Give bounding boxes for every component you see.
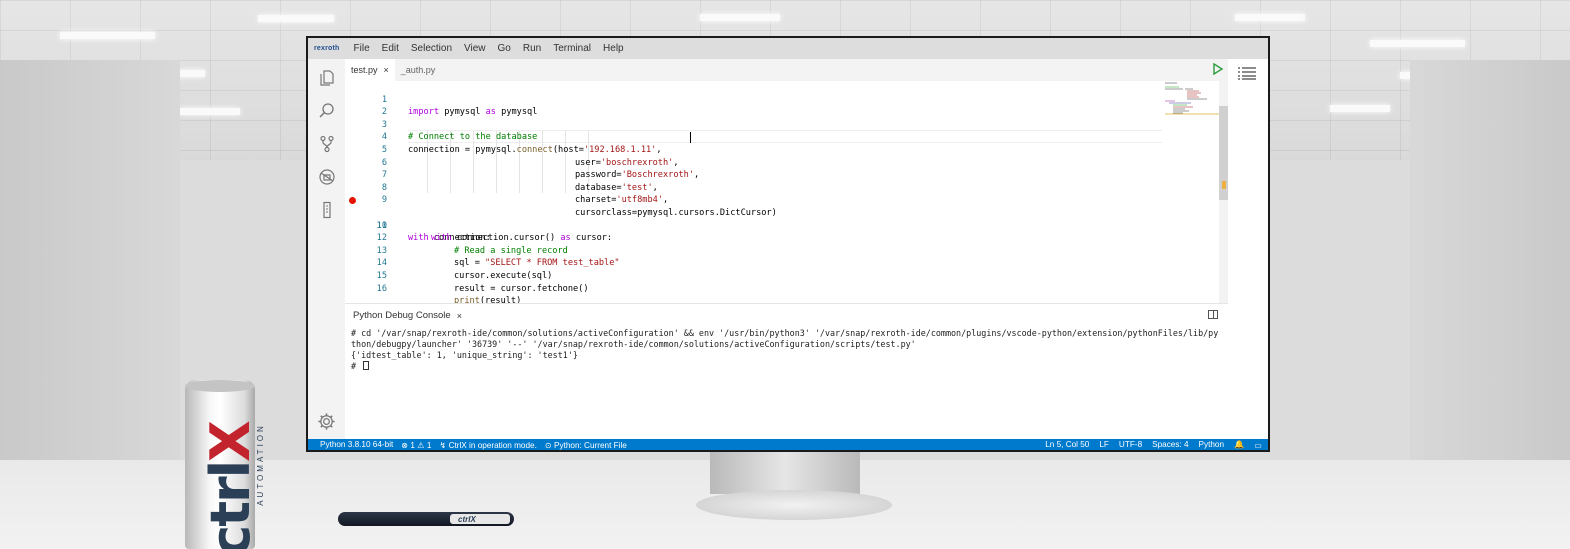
code-line: 9 cursorclass=pymysql.cursors.DictCursor… (345, 182, 1205, 218)
search-icon[interactable] (317, 101, 336, 120)
debug-configuration[interactable]: ⊙ Python: Current File (545, 440, 627, 450)
ceiling-light (258, 15, 334, 22)
code-line: 3 # Connect to the database (345, 106, 1205, 143)
close-icon[interactable]: × (457, 311, 462, 321)
menu-run[interactable]: Run (517, 43, 547, 54)
menu-view[interactable]: View (458, 43, 492, 54)
can-subtitle: AUTOMATION (255, 423, 265, 506)
code-line: 12 # Read a single record (345, 220, 1205, 256)
monitor-stand-base (696, 490, 892, 520)
code-line: 14 cursor.execute(sql) (345, 245, 1205, 281)
code-line: 6 password='Boschrexroth', (345, 144, 1205, 181)
code-line: 10 with connection: (345, 194, 1205, 243)
code-line: 7 database='test', (345, 157, 1205, 193)
end-of-line[interactable]: LF (1099, 440, 1109, 449)
menu-terminal[interactable]: Terminal (547, 43, 597, 54)
console-output[interactable]: # cd '/var/snap/rexroth-ide/common/solut… (351, 328, 1223, 372)
right-wall (1410, 60, 1570, 480)
editor-tab-bar: test.py × _auth.py (345, 59, 1228, 81)
ctrlx-can: ctrlX AUTOMATION (185, 380, 265, 549)
monitor: rexroth File Edit Selection View Go Run … (306, 36, 1270, 452)
code-line: 11 with connection.cursor() as cursor: (345, 207, 1205, 244)
close-icon[interactable]: × (384, 65, 389, 75)
cursor-position[interactable]: Ln 5, Col 50 (1045, 440, 1089, 449)
problems-indicator[interactable]: ⊗ 1 ⚠ 1 (401, 440, 431, 450)
code-line: 15 result = cursor.fetchone() (345, 257, 1205, 294)
menu-go[interactable]: Go (492, 43, 517, 54)
panel-title: Python Debug Console (353, 310, 451, 321)
bell-icon[interactable]: 🔔 (1234, 440, 1244, 450)
can-logo: ctrlX (198, 422, 262, 549)
ceiling-light (1235, 14, 1305, 21)
minimap[interactable] (1165, 81, 1225, 121)
extensions-icon[interactable] (317, 200, 336, 219)
line-number: 16 (376, 283, 387, 294)
brand-logo: rexroth (314, 45, 340, 52)
monitor-stand (710, 452, 860, 494)
code-line: 4 connection = pymysql.connect(host='192… (345, 119, 1205, 155)
code-line: 1 import pymysql as pymysql (345, 81, 1205, 118)
debug-icon[interactable] (317, 167, 336, 186)
run-icon[interactable] (1212, 62, 1224, 76)
debug-console-panel: Python Debug Console × # cd '/var/snap/r… (345, 303, 1228, 439)
source-control-icon[interactable] (317, 134, 336, 153)
pen-label: ctrlX (458, 515, 476, 524)
outline-icon[interactable] (1236, 65, 1258, 81)
file-encoding[interactable]: UTF-8 (1119, 440, 1142, 449)
code-line: 16 print(result) (345, 270, 1205, 307)
python-interpreter[interactable]: Python 3.8.10 64-bit (320, 440, 393, 449)
ctrlx-mode[interactable]: ↯ CtrlX in operation mode. (439, 440, 536, 450)
ceiling-light (60, 32, 155, 39)
code-line: 5 user='boschrexroth', (345, 131, 1205, 168)
panel-tab[interactable]: Python Debug Console × (353, 310, 462, 321)
explorer-icon[interactable] (317, 68, 336, 87)
menu-help[interactable]: Help (597, 43, 630, 54)
menu-file[interactable]: File (348, 43, 376, 54)
tab-label: _auth.py (400, 65, 436, 75)
code-line: 13 sql = "SELECT * FROM test_table" (345, 232, 1205, 269)
split-panel-icon[interactable] (1208, 310, 1218, 319)
tab-label: test.py (351, 65, 378, 75)
activity-bar (308, 59, 345, 439)
menu-edit[interactable]: Edit (376, 43, 405, 54)
terminal-cursor (363, 361, 370, 370)
ceiling-light (1330, 105, 1390, 112)
status-bar: Python 3.8.10 64-bit ⊗ 1 ⚠ 1 ↯ CtrlX in … (308, 439, 1268, 450)
ceiling-light (180, 108, 240, 115)
ceiling-light (1370, 40, 1465, 47)
breakpoint-icon[interactable] (349, 197, 356, 205)
code-line: 8 charset='utf8mb4', (345, 169, 1205, 206)
editor-scrollbar[interactable] (1219, 81, 1228, 303)
left-wall (0, 60, 180, 480)
language-mode[interactable]: Python (1199, 440, 1225, 449)
text-cursor (690, 132, 691, 143)
indentation[interactable]: Spaces: 4 (1152, 440, 1188, 449)
tab-test-py[interactable]: test.py × (345, 59, 395, 81)
menu-bar: rexroth File Edit Selection View Go Run … (308, 38, 1268, 59)
tab-auth-py[interactable]: _auth.py (395, 59, 442, 81)
menu-selection[interactable]: Selection (405, 43, 458, 54)
scroll-marker (1222, 181, 1226, 189)
code-line: 2 (345, 94, 1205, 117)
ide-window: rexroth File Edit Selection View Go Run … (308, 38, 1268, 450)
layout-icon[interactable]: ▭ (1254, 440, 1262, 450)
code-editor[interactable]: 1 import pymysql as pymysql 2 3 # Connec… (345, 81, 1225, 307)
settings-gear-icon[interactable] (317, 412, 336, 431)
ceiling-light (700, 14, 780, 21)
